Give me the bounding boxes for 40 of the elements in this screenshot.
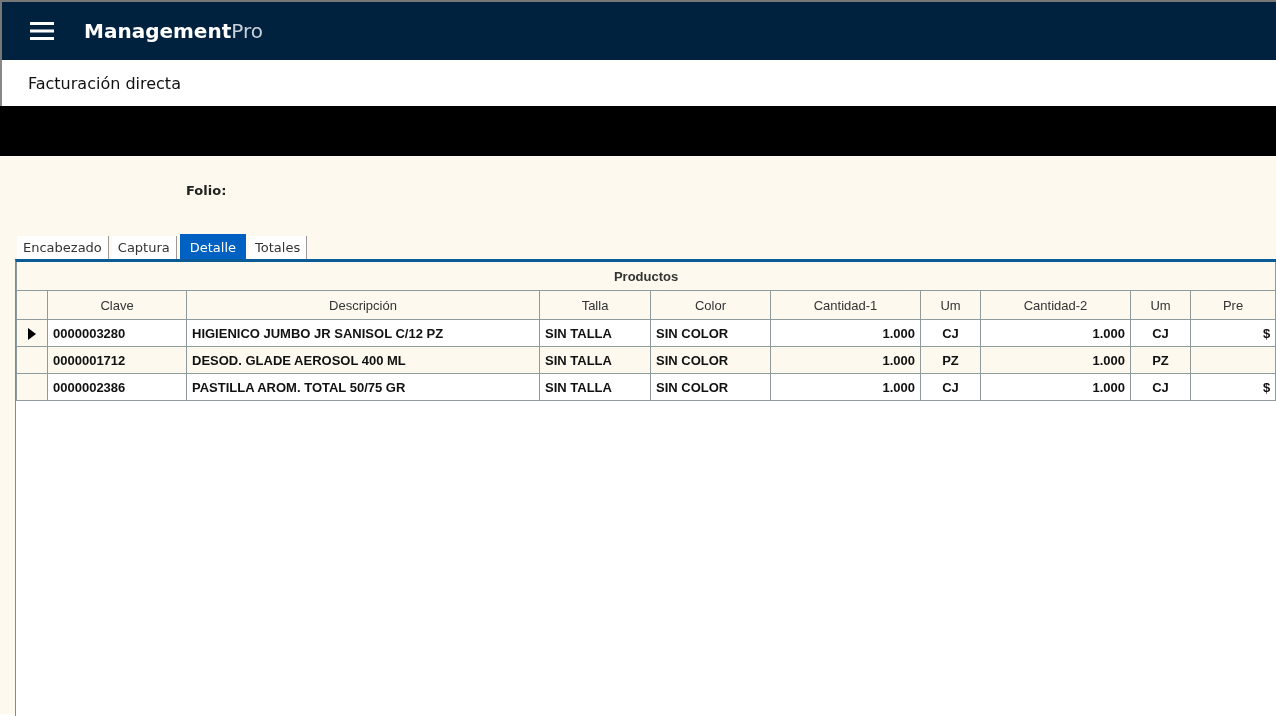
table-cell: SIN TALLA [539, 346, 651, 374]
column-header: Cantidad-1 [770, 290, 921, 320]
table-cell: 1.000 [980, 319, 1131, 347]
column-header: Clave [47, 290, 187, 320]
table-cell: 1.000 [770, 319, 921, 347]
table-cell: 1.000 [770, 373, 921, 401]
current-row-icon [28, 328, 36, 341]
tab[interactable]: Captura [111, 236, 177, 259]
table-cell: 0000001712 [47, 346, 187, 374]
row-selector[interactable] [16, 319, 48, 347]
folio-label: Folio: [186, 183, 227, 198]
column-header: Pre [1190, 290, 1276, 320]
table-cell: 0000003280 [47, 319, 187, 347]
column-header: Um [1130, 290, 1191, 320]
table-cell: 1.000 [980, 373, 1131, 401]
column-header: Descripción [186, 290, 540, 320]
group-header: Productos [613, 268, 679, 284]
page-title: Facturación directa [28, 73, 181, 93]
table-cell: SIN TALLA [539, 319, 651, 347]
table-cell: 1.000 [980, 346, 1131, 374]
table-cell: SIN TALLA [539, 373, 651, 401]
table-cell: 0000002386 [47, 373, 187, 401]
table-cell: DESOD. GLADE AEROSOL 400 ML [186, 346, 540, 374]
table-cell: SIN COLOR [650, 319, 771, 347]
tab[interactable]: Detalle [179, 234, 247, 259]
column-header: Talla [539, 290, 651, 320]
column-header: Cantidad-2 [980, 290, 1131, 320]
table-cell: HIGIENICO JUMBO JR SANISOL C/12 PZ [186, 319, 540, 347]
table-cell: 1.000 [770, 346, 921, 374]
table-cell: SIN COLOR [650, 346, 771, 374]
tab[interactable]: Totales [249, 236, 308, 259]
tab[interactable]: Encabezado [17, 236, 109, 259]
table-cell: $ [1190, 373, 1276, 401]
column-header: Um [920, 290, 981, 320]
table-cell: PASTILLA AROM. TOTAL 50/75 GR [186, 373, 540, 401]
column-header: Color [650, 290, 771, 320]
table-cell: $ [1190, 319, 1276, 347]
menu-icon[interactable] [30, 21, 54, 41]
brand-logo: ManagementPro [84, 19, 263, 43]
table-cell: SIN COLOR [650, 373, 771, 401]
